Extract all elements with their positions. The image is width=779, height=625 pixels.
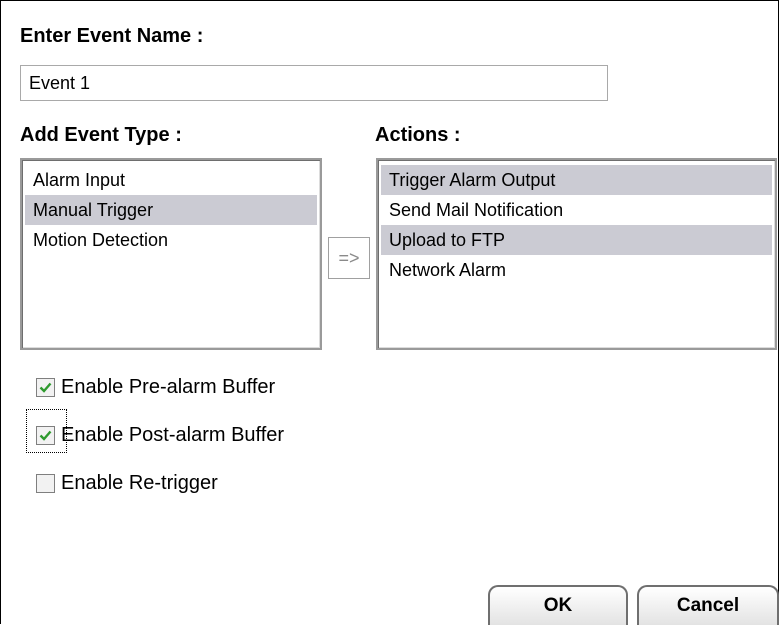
cancel-button[interactable]: Cancel <box>637 585 779 625</box>
retrigger-checkbox[interactable] <box>36 473 55 493</box>
action-item-upload-to-ftp[interactable]: Upload to FTP <box>381 225 772 255</box>
ok-button[interactable]: OK <box>488 585 628 625</box>
post-alarm-checkbox[interactable] <box>36 425 55 445</box>
post-alarm-label: Enable Post-alarm Buffer <box>61 423 285 446</box>
post-alarm-option[interactable]: Enable Post-alarm Buffer <box>36 420 284 450</box>
pre-alarm-label: Enable Pre-alarm Buffer <box>61 375 276 398</box>
action-item-network-alarm[interactable]: Network Alarm <box>381 255 772 285</box>
check-icon <box>39 430 52 441</box>
actions-list[interactable]: Trigger Alarm Output Send Mail Notificat… <box>376 158 777 350</box>
event-type-item-motion-detection[interactable]: Motion Detection <box>25 225 317 255</box>
retrigger-option[interactable]: Enable Re-trigger <box>36 468 218 498</box>
event-type-label: Add Event Type : <box>20 124 182 146</box>
pre-alarm-option[interactable]: Enable Pre-alarm Buffer <box>36 372 275 402</box>
check-icon <box>39 382 52 393</box>
action-item-send-mail-notification[interactable]: Send Mail Notification <box>381 195 772 225</box>
event-type-item-manual-trigger[interactable]: Manual Trigger <box>25 195 317 225</box>
retrigger-label: Enable Re-trigger <box>61 471 218 494</box>
action-item-trigger-alarm-output[interactable]: Trigger Alarm Output <box>381 165 772 195</box>
pre-alarm-checkbox[interactable] <box>36 377 55 397</box>
event-type-item-alarm-input[interactable]: Alarm Input <box>25 165 317 195</box>
event-name-label: Enter Event Name : <box>20 25 204 47</box>
event-type-list[interactable]: Alarm Input Manual Trigger Motion Detect… <box>20 158 322 350</box>
event-name-input[interactable] <box>20 65 608 101</box>
add-action-arrow-button[interactable]: => <box>328 237 370 279</box>
actions-label: Actions : <box>375 124 461 146</box>
